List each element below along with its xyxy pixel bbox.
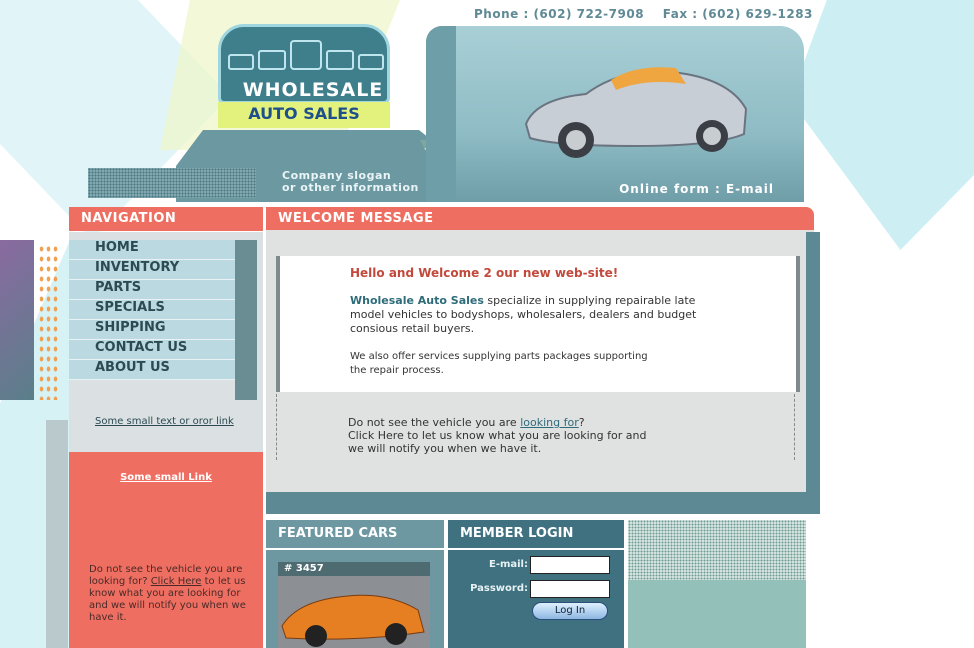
welcome-paragraph-2: We also offer services supplying parts p… [350, 351, 648, 376]
nav-item-inventory[interactable]: INVENTORY [69, 260, 255, 280]
welcome-lower-line3: we will notify you when we have it. [348, 442, 542, 455]
bg-teal-edge [46, 420, 68, 648]
welcome-area: Hello and Welcome 2 our new web-site! Wh… [266, 230, 814, 492]
slogan: Company slogan or other information [282, 170, 419, 194]
nav-item-home[interactable]: HOME [69, 240, 255, 260]
online-form-link[interactable]: Online form [619, 182, 710, 196]
logo-text-line1: WHOLESALE [242, 79, 384, 101]
email-link[interactable]: E-mail [726, 182, 774, 196]
nav-panel: HOME INVENTORY PARTS SPECIALS SHIPPING C… [69, 232, 263, 452]
welcome-lower-text: Do not see the vehicle you are looking f… [348, 416, 688, 455]
nav-item-shipping[interactable]: SHIPPING [69, 320, 255, 340]
logo-text-line2: AUTO SALES [248, 104, 360, 123]
nav-item-contact-us[interactable]: CONTACT US [69, 340, 255, 360]
car-image [524, 67, 748, 158]
featured-header: FEATURED CARS [266, 520, 444, 550]
dashed-divider [794, 394, 795, 460]
nav-item-parts[interactable]: PARTS [69, 280, 255, 300]
hero-stripe [426, 26, 456, 202]
welcome-lower-pre: Do not see the vehicle you are [348, 416, 517, 429]
fax-label: Fax : [662, 7, 698, 21]
featured-cars: FEATURED CARS # 3457 [266, 520, 444, 648]
nav-item-specials[interactable]: SPECIALS [69, 300, 255, 320]
nav-menu: HOME INVENTORY PARTS SPECIALS SHIPPING C… [69, 240, 255, 380]
noise-dots [628, 520, 806, 580]
featured-car-image [278, 576, 430, 648]
company-name: Wholesale Auto Sales [350, 294, 484, 307]
welcome-lower-line1: Do not see the vehicle you are looking f… [348, 416, 688, 429]
featured-car[interactable]: # 3457 [278, 562, 430, 648]
nav-item-about-us[interactable]: ABOUT US [69, 360, 255, 380]
hero-links: Online form : E-mail [619, 182, 774, 196]
welcome-lower-post: ? [578, 416, 585, 429]
fax-number: (602) 629-1283 [702, 7, 813, 21]
bg-purple-stripe [0, 240, 34, 400]
promo-small-link[interactable]: Some small Link [69, 472, 263, 483]
promo-text: Do not see the vehicle you are looking f… [89, 564, 249, 624]
slogan-dots [88, 168, 256, 198]
nav-side-bar [235, 240, 257, 400]
left-promo: Some small Link Do not see the vehicle y… [69, 452, 263, 648]
phone-number: (602) 722-7908 [533, 7, 645, 21]
bg-shape [790, 0, 974, 250]
email-label: E-mail: [488, 559, 528, 570]
nav-small-link[interactable]: Some small text or oror link [95, 416, 234, 427]
dashed-divider [276, 394, 277, 460]
login-header: MEMBER LOGIN [448, 520, 624, 550]
welcome-header: WELCOME MESSAGE [266, 207, 814, 231]
looking-for-link[interactable]: looking for [520, 416, 579, 429]
password-input[interactable] [530, 580, 610, 598]
welcome-right-edge [806, 232, 820, 510]
decorative-noise-panel [628, 520, 806, 648]
car-id: # 3457 [278, 562, 430, 576]
welcome-card: Hello and Welcome 2 our new web-site! Wh… [276, 256, 800, 392]
login-button[interactable]: Log In [532, 602, 608, 620]
hero-banner: Online form : E-mail [426, 26, 804, 202]
welcome-heading: Hello and Welcome 2 our new web-site! [350, 266, 619, 280]
welcome-paragraph-1: Wholesale Auto Sales specialize in suppl… [350, 294, 730, 336]
cars-icon [228, 40, 384, 70]
bg-dots [38, 244, 60, 400]
phone-label: Phone : [474, 7, 529, 21]
logo-badge: WHOLESALE [218, 24, 390, 104]
password-label: Password: [470, 583, 528, 594]
promo-click-here-link[interactable]: Click Here [151, 576, 202, 587]
login-password-row: Password: [448, 580, 624, 600]
welcome-footer-bar [266, 492, 820, 514]
member-login: MEMBER LOGIN E-mail: Password: Log In [448, 520, 624, 648]
login-email-row: E-mail: [448, 556, 624, 576]
logo[interactable]: WHOLESALE AUTO SALES [214, 24, 394, 134]
slogan-line2: or other information [282, 181, 419, 194]
welcome-lower-line2: Click Here to let us know what you are l… [348, 429, 647, 442]
nav-header: NAVIGATION [69, 207, 263, 231]
email-input[interactable] [530, 556, 610, 574]
contact-info: Phone : (602) 722-7908 Fax : (602) 629-1… [474, 7, 813, 21]
